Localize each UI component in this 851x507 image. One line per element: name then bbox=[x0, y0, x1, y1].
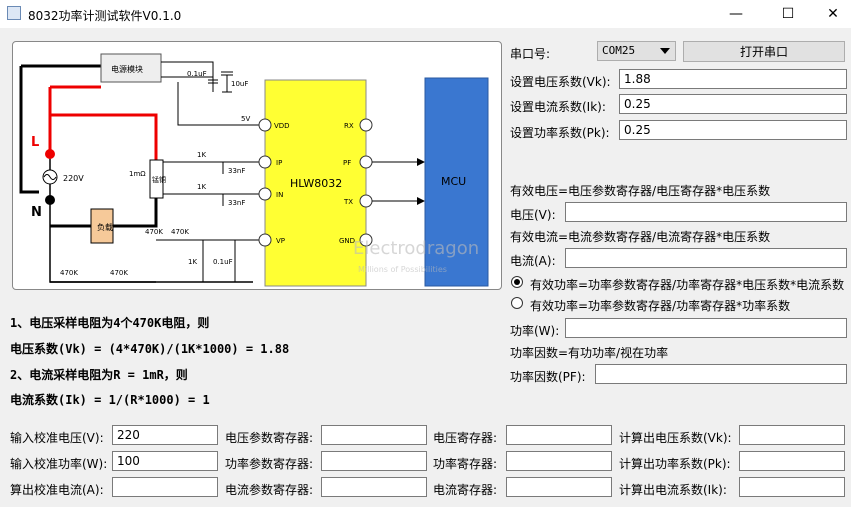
voltage-reg-field[interactable] bbox=[506, 425, 612, 445]
pk-label: 设置功率系数(Pk): bbox=[510, 126, 610, 140]
watermark-sub: Millions of Possibilities bbox=[358, 265, 447, 274]
power-option2-label[interactable]: 有效功率=功率参数寄存器/功率寄存器*功率系数 bbox=[530, 297, 790, 314]
pf-output[interactable] bbox=[595, 364, 847, 384]
minimize-button[interactable]: — bbox=[713, 0, 759, 28]
n-terminal bbox=[45, 195, 55, 205]
voltage-label: 电压(V): bbox=[510, 208, 556, 222]
window-title: 8032功率计测试软件V0.1.0 bbox=[28, 9, 182, 23]
pin-tx: TX bbox=[343, 198, 353, 206]
current-param-reg-field[interactable] bbox=[321, 477, 427, 497]
vk-label: 设置电压系数(Vk): bbox=[510, 75, 611, 89]
c33-a-label: 33nF bbox=[228, 167, 245, 175]
serial-port-value: COM25 bbox=[602, 44, 636, 57]
mains-label: 220V bbox=[63, 174, 84, 183]
watermark: Electrodragon bbox=[353, 238, 479, 259]
pin-vdd: VDD bbox=[274, 122, 290, 130]
vk-input[interactable]: 1.88 bbox=[619, 69, 847, 89]
calib-current-field[interactable] bbox=[112, 477, 218, 497]
voltage-output[interactable] bbox=[565, 202, 847, 222]
maximize-button[interactable]: ☐ bbox=[765, 0, 811, 28]
power-param-reg-field[interactable] bbox=[321, 451, 427, 471]
pin-ip: IP bbox=[276, 159, 282, 167]
calib-voltage-input[interactable]: 220 bbox=[112, 425, 218, 445]
note-line2: 电压系数(Vk) = (4*470K)/(1K*1000) = 1.88 bbox=[10, 342, 290, 356]
circuit-schematic: L N 220V 电源模块 0.1uF 10uF 5V 锰铜 1mΩ 负载 1K… bbox=[12, 41, 502, 290]
pk-input[interactable]: 0.25 bbox=[619, 120, 847, 140]
current-label: 电流(A): bbox=[510, 254, 556, 268]
calib-current-label: 算出校准电流(A): bbox=[10, 483, 104, 497]
calib-voltage-label: 输入校准电压(V): bbox=[10, 431, 104, 445]
calc-ik-label: 计算出电流系数(Ik): bbox=[619, 483, 727, 497]
current-formula: 有效电流=电流参数寄存器/电流寄存器*电压系数 bbox=[510, 230, 771, 244]
voltage-reg-label: 电压寄存器: bbox=[433, 431, 498, 445]
chip-label: HLW8032 bbox=[290, 177, 342, 190]
current-reg-field[interactable] bbox=[506, 477, 612, 497]
note-line4: 电流系数(Ik) = 1/(R*1000) = 1 bbox=[10, 393, 210, 407]
ik-input[interactable]: 0.25 bbox=[619, 94, 847, 114]
serial-port-label: 串口号: bbox=[510, 47, 551, 61]
app-icon bbox=[7, 6, 21, 20]
r1k-a-label: 1K bbox=[197, 151, 206, 159]
title-bar: 8032功率计测试软件V0.1.0 — ☐ ✕ bbox=[0, 0, 851, 28]
voltage-param-reg-field[interactable] bbox=[321, 425, 427, 445]
voltage-param-reg-label: 电压参数寄存器: bbox=[225, 431, 314, 445]
calib-power-label: 输入校准功率(W): bbox=[10, 457, 108, 471]
pin-rx: RX bbox=[344, 122, 354, 130]
r470-c-label: 470K bbox=[60, 269, 78, 277]
shunt-label: 锰铜 bbox=[152, 175, 166, 184]
c01-label: 0.1uF bbox=[213, 258, 233, 266]
pf-formula: 功率因数=有功功率/视在功率 bbox=[510, 346, 669, 360]
current-reg-label: 电流寄存器: bbox=[433, 483, 498, 497]
chevron-down-icon bbox=[660, 48, 670, 54]
power-option1-radio[interactable] bbox=[511, 276, 523, 288]
pin-vp: VP bbox=[276, 237, 285, 245]
current-param-reg-label: 电流参数寄存器: bbox=[225, 483, 314, 497]
schematic-svg: L N 220V 电源模块 0.1uF 10uF 5V 锰铜 1mΩ 负载 1K… bbox=[19, 53, 489, 287]
r470-b-label: 470K bbox=[171, 228, 189, 236]
v5-label: 5V bbox=[241, 115, 250, 123]
serial-port-combo[interactable]: COM25 bbox=[597, 41, 676, 61]
power-option1-label[interactable]: 有效功率=功率参数寄存器/功率寄存器*电压系数*电流系数 bbox=[530, 276, 844, 293]
note-line1: 1、电压采样电阻为4个470K电阻，则 bbox=[10, 316, 210, 330]
shunt-value: 1mΩ bbox=[129, 170, 146, 178]
power-reg-label: 功率寄存器: bbox=[433, 457, 498, 471]
power-param-reg-label: 功率参数寄存器: bbox=[225, 457, 314, 471]
l-label: L bbox=[31, 135, 39, 150]
power-label: 功率(W): bbox=[510, 324, 560, 338]
calc-ik-field[interactable] bbox=[739, 477, 845, 497]
l-terminal bbox=[45, 149, 55, 159]
r1k-b-label: 1K bbox=[197, 183, 206, 191]
pf-label: 功率因数(PF): bbox=[510, 370, 586, 384]
note-line3: 2、电流采样电阻为R = 1mR，则 bbox=[10, 368, 188, 382]
open-port-button[interactable]: 打开串口 bbox=[683, 41, 845, 62]
r470-a-label: 470K bbox=[145, 228, 163, 236]
n-label: N bbox=[31, 205, 42, 220]
r470-d-label: 470K bbox=[110, 269, 128, 277]
close-button[interactable]: ✕ bbox=[810, 0, 851, 28]
calc-pk-field[interactable] bbox=[739, 451, 845, 471]
calc-vk-label: 计算出电压系数(Vk): bbox=[619, 431, 732, 445]
r1k-c-label: 1K bbox=[188, 258, 197, 266]
ik-label: 设置电流系数(Ik): bbox=[510, 100, 606, 114]
cap1-label: 0.1uF bbox=[187, 70, 207, 78]
calc-vk-field[interactable] bbox=[739, 425, 845, 445]
power-reg-field[interactable] bbox=[506, 451, 612, 471]
cap2-label: 10uF bbox=[231, 80, 248, 88]
c33-b-label: 33nF bbox=[228, 199, 245, 207]
load-label: 负载 bbox=[97, 222, 113, 232]
power-option2-radio[interactable] bbox=[511, 297, 523, 309]
power-output[interactable] bbox=[565, 318, 847, 338]
pin-pf: PF bbox=[343, 159, 351, 167]
power-module-label: 电源模块 bbox=[111, 64, 143, 74]
calib-power-input[interactable]: 100 bbox=[112, 451, 218, 471]
current-output[interactable] bbox=[565, 248, 847, 268]
pin-in: IN bbox=[276, 191, 283, 199]
calc-pk-label: 计算出功率系数(Pk): bbox=[619, 457, 731, 471]
voltage-formula: 有效电压=电压参数寄存器/电压寄存器*电压系数 bbox=[510, 184, 771, 198]
mcu-label: MCU bbox=[441, 175, 466, 188]
